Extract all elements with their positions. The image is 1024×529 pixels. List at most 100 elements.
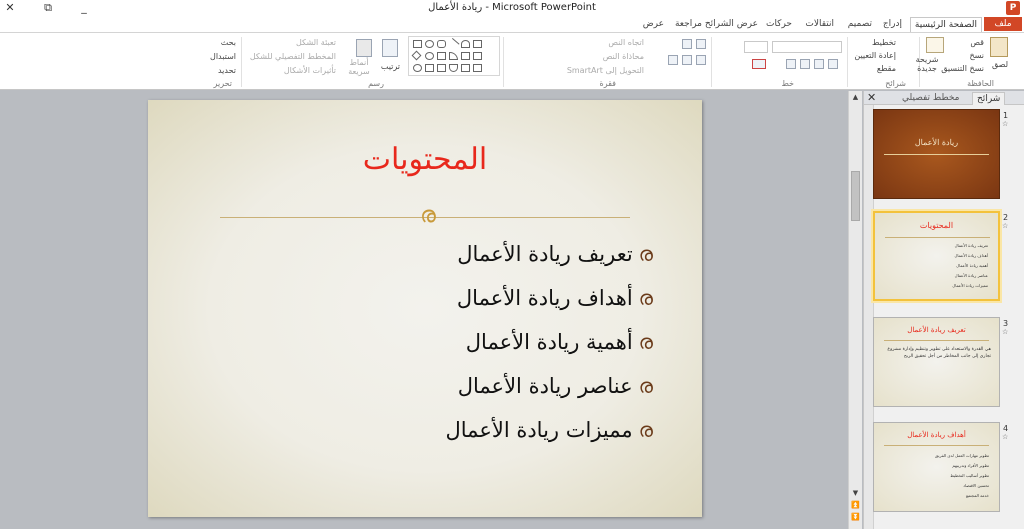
tab-design[interactable]: تصميم xyxy=(844,17,876,31)
scrollbar-thumb[interactable] xyxy=(851,171,860,221)
shape-outline-button[interactable]: المخطط التفصيلي للشكل xyxy=(250,52,336,61)
shapes-gallery[interactable] xyxy=(408,36,500,76)
numbering-icon[interactable] xyxy=(682,39,692,49)
freeform-shape-icon[interactable] xyxy=(461,64,470,72)
bullet-text: عناصر ريادة الأعمال xyxy=(457,374,633,398)
diamond-shape-icon[interactable] xyxy=(411,50,422,61)
font-name-combo[interactable] xyxy=(772,41,842,53)
font-color-icon[interactable] xyxy=(752,59,766,69)
tab-transitions[interactable]: انتقالات xyxy=(801,17,838,31)
bullet-item[interactable]: രعناصر ريادة الأعمال xyxy=(148,374,653,404)
italic-icon[interactable] xyxy=(814,59,824,69)
group-separator xyxy=(241,37,242,87)
thumbnail-bullet: عناصر ريادة الأعمال xyxy=(954,273,988,278)
animation-star-icon: ☆ xyxy=(1002,328,1009,336)
ribbon: لصق قص نسخ نسخ التنسيق الحافظة شريحة جدي… xyxy=(0,32,1024,90)
copy-button[interactable]: نسخ xyxy=(969,51,984,60)
thumbnail-title: تعريف ريادة الأعمال xyxy=(907,326,966,334)
slide-thumbnail-4[interactable]: أهداف ريادة الأعمال تطوير مهارات العمل ل… xyxy=(873,422,1000,512)
quick-styles-button[interactable]: أنماط سريعة xyxy=(346,58,372,76)
underline-icon[interactable] xyxy=(800,59,810,69)
slide-thumbnail-3[interactable]: تعريف ريادة الأعمال هي القدرة والاستعداد… xyxy=(873,317,1000,407)
tab-review[interactable]: مراجعة xyxy=(671,17,706,31)
tab-animations[interactable]: حركات xyxy=(762,17,796,31)
callout-shape-icon[interactable] xyxy=(461,52,470,60)
select-button[interactable]: تحديد xyxy=(218,66,236,75)
slide-title[interactable]: المحتويات xyxy=(148,142,702,177)
next-slide-icon[interactable]: ⏬ xyxy=(849,513,862,523)
thumbnail-divider xyxy=(884,154,989,155)
thumbnail-bullet: أهمية ريادة الأعمال xyxy=(956,263,988,268)
align-right-icon[interactable] xyxy=(696,55,706,65)
star-shape-icon[interactable] xyxy=(413,64,422,72)
arrange-button[interactable]: ترتيب xyxy=(381,62,400,71)
bullet-item[interactable]: രتعريف ريادة الأعمال xyxy=(148,242,653,272)
rounded-rect-shape-icon[interactable] xyxy=(437,40,446,48)
previous-slide-icon[interactable]: ⏫ xyxy=(849,501,862,511)
strikethrough-icon[interactable] xyxy=(786,59,796,69)
bullet-ornament-icon: ര xyxy=(638,330,653,354)
rectangle-shape-icon[interactable] xyxy=(413,40,422,48)
text-direction-button[interactable]: اتجاه النص xyxy=(608,38,644,47)
wave-shape-icon[interactable] xyxy=(449,64,458,72)
find-button[interactable]: بحث xyxy=(221,38,236,47)
new-slide-icon[interactable] xyxy=(926,37,944,53)
reset-button[interactable]: إعادة التعيين xyxy=(854,51,896,60)
cut-button[interactable]: قص xyxy=(970,38,984,47)
arc-shape-icon[interactable] xyxy=(461,40,470,48)
font-size-combo[interactable] xyxy=(744,41,768,53)
align-text-button[interactable]: محاذاة النص xyxy=(603,52,644,61)
tab-view[interactable]: عرض xyxy=(639,17,668,31)
shape-fill-button[interactable]: تعبئة الشكل xyxy=(296,38,336,47)
shape-effects-button[interactable]: تأثيرات الأشكال xyxy=(284,66,336,75)
align-left-icon[interactable] xyxy=(668,55,678,65)
brace-shape-icon[interactable] xyxy=(425,64,434,72)
bullets-icon[interactable] xyxy=(696,39,706,49)
oval-shape-icon[interactable] xyxy=(425,40,434,48)
tab-slideshow[interactable]: عرض الشرائح xyxy=(701,17,762,31)
paste-button[interactable]: لصق xyxy=(992,60,1008,69)
align-center-icon[interactable] xyxy=(682,55,692,65)
replace-button[interactable]: استبدال xyxy=(210,52,236,61)
group-label-clipboard: الحافظة xyxy=(967,79,994,88)
window-title: ريادة الأعمال - Microsoft PowerPoint xyxy=(428,2,596,13)
section-button[interactable]: مقطع xyxy=(877,64,896,73)
tab-home[interactable]: الصفحة الرئيسية xyxy=(909,17,982,32)
slide-vertical-scrollbar[interactable]: ▲ ▼ ⏫ ⏬ xyxy=(848,91,862,529)
line-shape-icon[interactable] xyxy=(447,38,460,50)
arrange-icon[interactable] xyxy=(382,39,398,57)
scribble-shape-icon[interactable] xyxy=(473,64,482,72)
paste-icon[interactable] xyxy=(990,37,1008,57)
tab-slides[interactable]: شرائح xyxy=(972,92,1006,105)
layout-button[interactable]: تخطيط xyxy=(872,38,896,47)
bracket-shape-icon[interactable] xyxy=(437,64,446,72)
bullet-ornament-icon: ര xyxy=(638,242,653,266)
slides-pane: ✕ مخطط تفصيلي شرائح 1 ☆ ريادة الأعمال 2 … xyxy=(863,91,1024,529)
tab-file[interactable]: ملف xyxy=(984,17,1022,31)
bullet-item[interactable]: രمميزات ريادة الأعمال xyxy=(148,418,653,448)
bold-icon[interactable] xyxy=(828,59,838,69)
close-pane-icon[interactable]: ✕ xyxy=(867,91,876,104)
textbox-shape-icon[interactable] xyxy=(473,40,482,48)
slide-thumbnail-2[interactable]: المحتويات تعريف ريادة الأعمال أهداف رياد… xyxy=(873,211,1000,301)
format-painter-button[interactable]: نسخ التنسيق xyxy=(941,64,984,73)
quick-styles-icon[interactable] xyxy=(356,39,372,57)
bullet-item[interactable]: രأهداف ريادة الأعمال xyxy=(148,286,653,316)
new-slide-button[interactable]: شريحة جديدة xyxy=(914,55,940,73)
tab-outline[interactable]: مخطط تفصيلي xyxy=(898,92,963,105)
scroll-down-arrow-icon[interactable]: ▼ xyxy=(849,489,862,499)
animation-star-icon: ☆ xyxy=(1002,433,1009,441)
circle-shape-icon[interactable] xyxy=(425,52,434,60)
curve-shape-icon[interactable] xyxy=(449,52,458,60)
thumbnail-bullet: خدمة المجتمع xyxy=(965,493,989,498)
bullet-item[interactable]: രأهمية ريادة الأعمال xyxy=(148,330,653,360)
slide-thumbnail-1[interactable]: ريادة الأعمال xyxy=(873,109,1000,199)
arrow-shape-icon[interactable] xyxy=(473,52,482,60)
group-label-font: خط xyxy=(781,79,794,88)
group-label-editing: تحرير xyxy=(213,79,232,88)
square-shape-icon[interactable] xyxy=(437,52,446,60)
current-slide[interactable]: المحتويات ര രتعريف ريادة الأعمال രأهداف … xyxy=(148,100,702,517)
tab-insert[interactable]: إدراج xyxy=(879,17,906,31)
scroll-up-arrow-icon[interactable]: ▲ xyxy=(849,93,862,103)
convert-smartart-button[interactable]: التحويل إلى SmartArt xyxy=(567,66,644,75)
